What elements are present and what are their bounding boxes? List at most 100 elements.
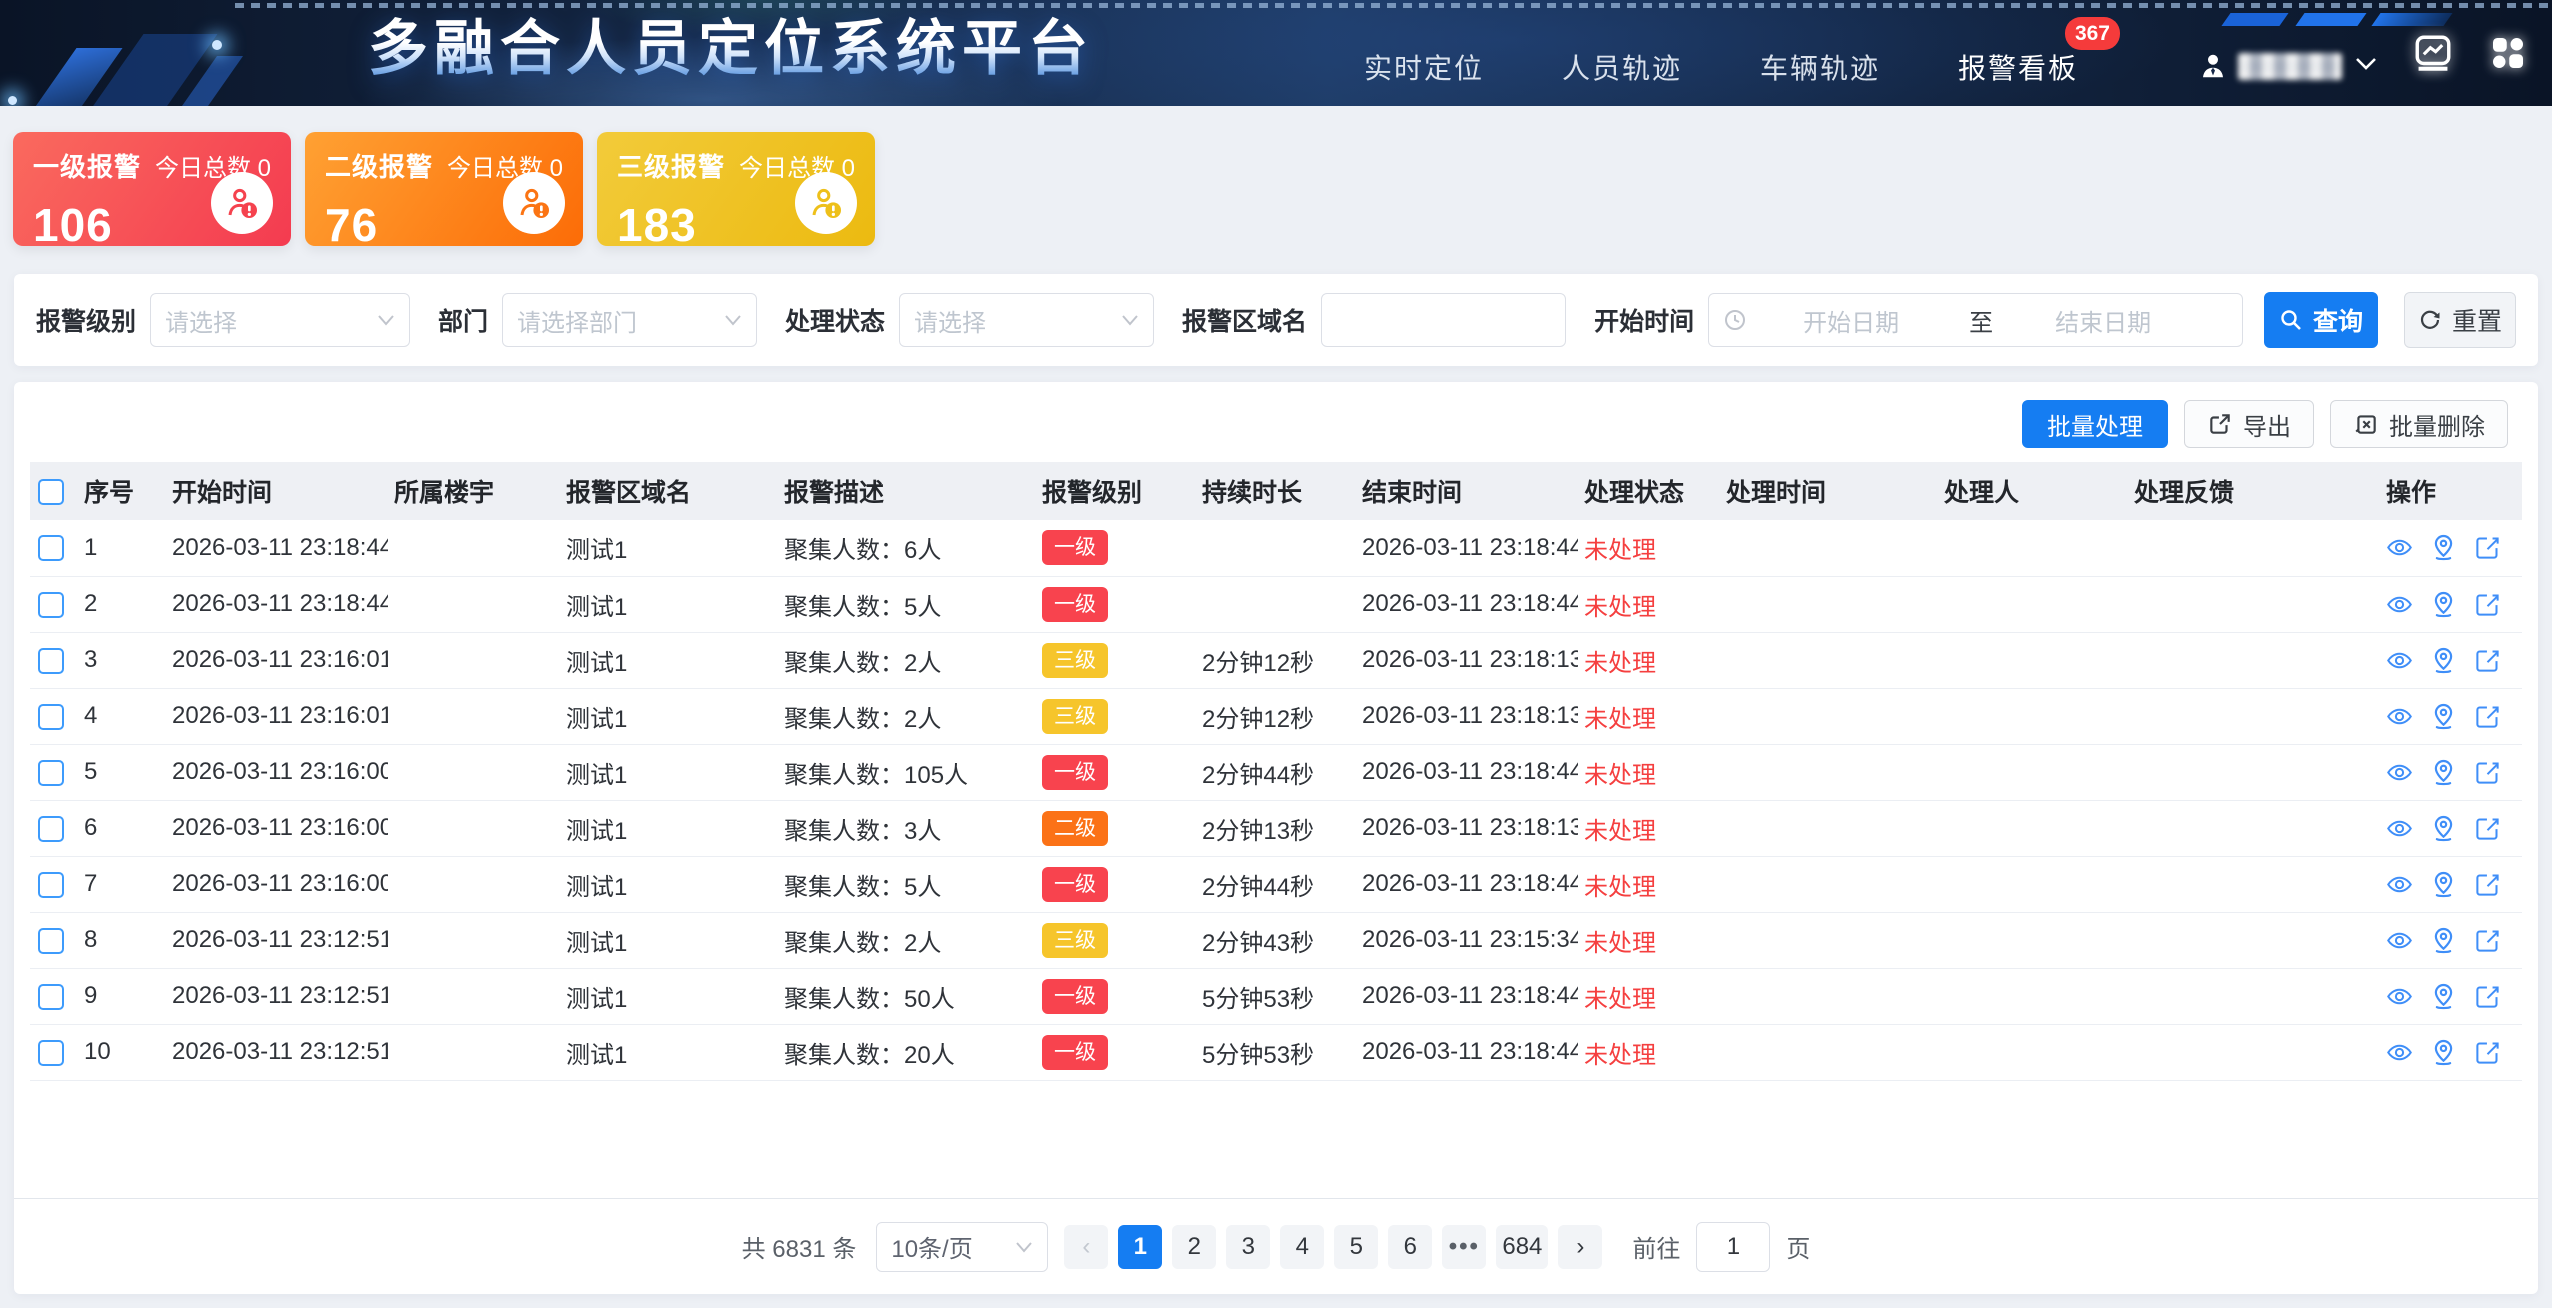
locate-icon[interactable] xyxy=(2429,982,2458,1011)
export-label: 导出 xyxy=(2243,407,2291,442)
goto-page-input[interactable]: 1 xyxy=(1696,1222,1770,1272)
cell-end-time: 2026-03-11 23:18:44 xyxy=(1356,744,1578,800)
nav-item-1[interactable]: 实时定位 xyxy=(1364,47,1484,87)
page-button-5[interactable]: 5 xyxy=(1334,1225,1378,1269)
row-checkbox[interactable] xyxy=(38,984,64,1010)
row-checkbox[interactable] xyxy=(38,535,64,561)
cell-level: 一级 xyxy=(1036,744,1196,800)
view-icon[interactable] xyxy=(2386,815,2413,842)
cell-feedback xyxy=(2128,968,2380,1024)
view-icon[interactable] xyxy=(2386,927,2413,954)
level-badge: 一级 xyxy=(1042,1035,1108,1070)
filter-department-select[interactable]: 请选择部门 xyxy=(502,293,757,347)
nav-item-4[interactable]: 报警看板367 xyxy=(1958,47,2078,87)
row-actions xyxy=(2386,758,2516,787)
view-icon[interactable] xyxy=(2386,534,2413,561)
alarm-person-icon xyxy=(503,172,565,234)
row-checkbox[interactable] xyxy=(38,648,64,674)
locate-icon[interactable] xyxy=(2429,533,2458,562)
page-button-1[interactable]: 1 xyxy=(1118,1225,1162,1269)
table-row: 92026-03-11 23:12:51测试1聚集人数：50人一级5分钟53秒2… xyxy=(30,968,2522,1024)
row-checkbox[interactable] xyxy=(38,1040,64,1066)
cell-handler xyxy=(1938,632,2128,688)
edit-icon[interactable] xyxy=(2474,759,2501,786)
row-checkbox[interactable] xyxy=(38,592,64,618)
cell-duration: 2分钟44秒 xyxy=(1196,856,1356,912)
search-button[interactable]: 查询 xyxy=(2264,292,2378,348)
goto-page-value: 1 xyxy=(1727,1233,1740,1261)
export-button[interactable]: 导出 xyxy=(2184,400,2314,448)
table-row: 82026-03-11 23:12:51测试1聚集人数：2人三级2分钟43秒20… xyxy=(30,912,2522,968)
cell-feedback xyxy=(2128,688,2380,744)
user-menu[interactable] xyxy=(2198,51,2378,81)
row-checkbox[interactable] xyxy=(38,872,64,898)
reset-button[interactable]: 重置 xyxy=(2404,292,2516,348)
nav-item-3[interactable]: 车辆轨迹 xyxy=(1760,47,1880,87)
page-button-6[interactable]: 6 xyxy=(1388,1225,1432,1269)
locate-icon[interactable] xyxy=(2429,1038,2458,1067)
cell-description: 聚集人数：5人 xyxy=(778,856,1036,912)
apps-grid-icon[interactable] xyxy=(2488,33,2528,73)
nav-item-2[interactable]: 人员轨迹 xyxy=(1562,47,1682,87)
row-checkbox[interactable] xyxy=(38,816,64,842)
locate-icon[interactable] xyxy=(2429,814,2458,843)
table-body: 12026-03-11 23:18:44测试1聚集人数：6人一级2026-03-… xyxy=(30,520,2522,1080)
row-select-cell xyxy=(30,912,78,968)
next-page-button[interactable]: › xyxy=(1558,1225,1602,1269)
view-icon[interactable] xyxy=(2386,703,2413,730)
level-badge: 一级 xyxy=(1042,867,1108,902)
locate-icon[interactable] xyxy=(2429,646,2458,675)
edit-icon[interactable] xyxy=(2474,647,2501,674)
locate-icon[interactable] xyxy=(2429,758,2458,787)
edit-icon[interactable] xyxy=(2474,591,2501,618)
page-button-684[interactable]: 684 xyxy=(1496,1225,1548,1269)
cell-status: 未处理 xyxy=(1578,912,1720,968)
locate-icon[interactable] xyxy=(2429,926,2458,955)
batch-process-button[interactable]: 批量处理 xyxy=(2022,400,2168,448)
view-icon[interactable] xyxy=(2386,871,2413,898)
level-badge: 二级 xyxy=(1042,811,1108,846)
cell-description: 聚集人数：6人 xyxy=(778,520,1036,576)
view-icon[interactable] xyxy=(2386,983,2413,1010)
batch-delete-button[interactable]: 批量删除 xyxy=(2330,400,2508,448)
cell-building xyxy=(388,856,560,912)
filter-date-range[interactable]: 开始日期 至 结束日期 xyxy=(1708,293,2243,347)
view-icon[interactable] xyxy=(2386,1039,2413,1066)
edit-icon[interactable] xyxy=(2474,703,2501,730)
locate-icon[interactable] xyxy=(2429,590,2458,619)
row-checkbox[interactable] xyxy=(38,928,64,954)
view-icon[interactable] xyxy=(2386,647,2413,674)
filter-level-select[interactable]: 请选择 xyxy=(150,293,410,347)
cell-level: 二级 xyxy=(1036,800,1196,856)
locate-icon[interactable] xyxy=(2429,870,2458,899)
dashboard-monitor-icon[interactable] xyxy=(2412,32,2454,74)
select-all-checkbox[interactable] xyxy=(38,479,64,505)
page-button-3[interactable]: 3 xyxy=(1226,1225,1270,1269)
locate-icon[interactable] xyxy=(2429,702,2458,731)
edit-icon[interactable] xyxy=(2474,871,2501,898)
page-size-select[interactable]: 10条/页 xyxy=(876,1222,1048,1272)
filter-level-label: 报警级别 xyxy=(36,302,136,338)
edit-icon[interactable] xyxy=(2474,534,2501,561)
more-pages-button[interactable]: ••• xyxy=(1442,1225,1486,1269)
row-checkbox[interactable] xyxy=(38,760,64,786)
edit-icon[interactable] xyxy=(2474,815,2501,842)
page-button-2[interactable]: 2 xyxy=(1172,1225,1216,1269)
cell-building xyxy=(388,632,560,688)
row-checkbox[interactable] xyxy=(38,704,64,730)
edit-icon[interactable] xyxy=(2474,927,2501,954)
cell-handler xyxy=(1938,576,2128,632)
edit-icon[interactable] xyxy=(2474,983,2501,1010)
page-button-4[interactable]: 4 xyxy=(1280,1225,1324,1269)
row-select-cell xyxy=(30,688,78,744)
cell-actions xyxy=(2380,744,2522,800)
row-actions xyxy=(2386,646,2516,675)
edit-icon[interactable] xyxy=(2474,1039,2501,1066)
filter-area-input[interactable] xyxy=(1321,293,1566,347)
view-icon[interactable] xyxy=(2386,591,2413,618)
view-icon[interactable] xyxy=(2386,759,2413,786)
cell-handle-time xyxy=(1720,856,1938,912)
cell-handler xyxy=(1938,688,2128,744)
cell-status: 未处理 xyxy=(1578,744,1720,800)
filter-status-select[interactable]: 请选择 xyxy=(899,293,1154,347)
